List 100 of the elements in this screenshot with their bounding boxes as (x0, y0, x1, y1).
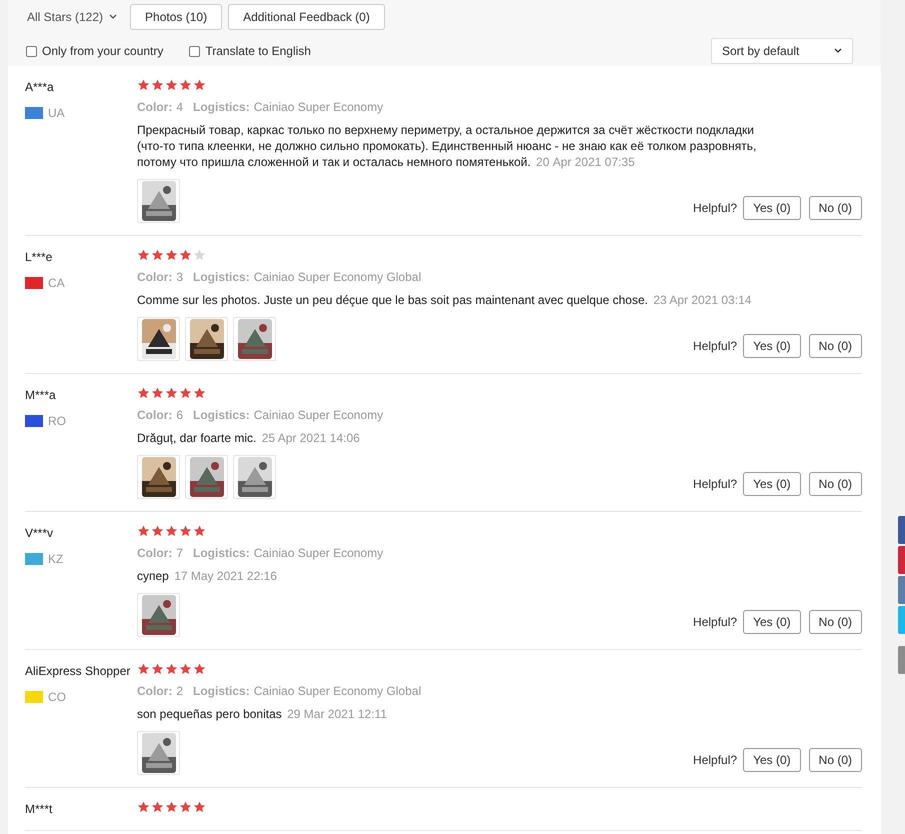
yes-button[interactable]: Yes (0) (743, 196, 801, 220)
star-icon (137, 249, 150, 261)
photo-thumbnail[interactable] (137, 179, 180, 223)
filter-button[interactable]: Additional Feedback (0) (228, 4, 385, 30)
attribute-value: 4 (176, 99, 184, 116)
sort-dropdown[interactable]: Sort by default (711, 38, 853, 64)
review-text: Прекрасный товар, каркас только по верхнему периметру, а остальное держится за счёт жёсткости подкладки (что-то типа клеенки, не должно сильно промокать). Единственный нюанс - не знаю как её толком разровнять, потому что пришла сложенной и так и осталась немного помятенькой. 20 Apr 2021 07:35 (137, 122, 758, 170)
attribute-label: Logistics: (193, 269, 250, 286)
reviewer-name: M***a (25, 387, 57, 404)
no-button[interactable]: No (0) (808, 610, 862, 634)
country-code: RO (48, 413, 66, 430)
yes-button[interactable]: Yes (0) (743, 334, 801, 358)
photo-thumbnail[interactable] (137, 317, 180, 361)
yes-button[interactable]: Yes (0) (743, 472, 801, 496)
helpful-label: Helpful? (693, 338, 738, 355)
review-text: son pequeñas pero bonitas 29 Mar 2021 12:11 (137, 706, 388, 722)
no-button[interactable]: No (0) (808, 472, 862, 496)
star-icon (193, 249, 206, 261)
checkbox[interactable] (189, 46, 200, 56)
photo-thumbnail[interactable] (137, 731, 180, 775)
star-icon (165, 249, 178, 261)
star-icon (151, 387, 164, 399)
star-icon (137, 801, 150, 813)
attribute-label: Color: (137, 269, 172, 286)
country-code: CA (48, 275, 65, 292)
star-icon (179, 663, 192, 675)
star-icon (151, 525, 164, 537)
star-icon (179, 525, 192, 537)
photo-thumbnail[interactable] (137, 455, 180, 499)
reviewer-name: V***v (25, 525, 54, 542)
star-icon (137, 663, 150, 675)
star-icon (137, 79, 150, 91)
review-text: Drăguț, dar foarte mic. 25 Apr 2021 14:06 (137, 430, 361, 446)
attribute-value: 7 (176, 545, 184, 562)
star-icon (137, 387, 150, 399)
photo-thumbnail[interactable] (185, 455, 228, 499)
star-icon (165, 79, 178, 91)
attribute-label: Logistics: (193, 407, 250, 424)
stars-dropdown[interactable]: All Stars (122) (26, 5, 118, 29)
attribute-label: Logistics: (193, 545, 250, 562)
attribute-value: Cainiao Super Economy Global (254, 683, 422, 700)
yes-button[interactable]: Yes (0) (743, 610, 801, 634)
star-icon (165, 525, 178, 537)
star-icon (193, 801, 206, 813)
reviewer-name: M***t (25, 801, 54, 818)
country-code: CO (48, 689, 66, 706)
attribute-value: Cainiao Super Economy (254, 407, 384, 424)
attribute-label: Color: (137, 99, 172, 116)
reviewer-name: L***e (25, 249, 54, 266)
checkbox[interactable] (26, 46, 37, 56)
attribute-value: Cainiao Super Economy Global (254, 269, 422, 286)
helpful-label: Helpful? (693, 200, 738, 217)
attribute-label: Logistics: (193, 99, 250, 116)
star-icon (193, 387, 206, 399)
star-icon (151, 79, 164, 91)
star-icon (179, 249, 192, 261)
attribute-label: Color: (137, 545, 172, 562)
attribute-value: 6 (176, 407, 184, 424)
star-icon (151, 801, 164, 813)
helpful-label: Helpful? (693, 476, 738, 493)
star-icon (151, 249, 164, 261)
helpful-label: Helpful? (693, 752, 738, 769)
photo-thumbnail[interactable] (233, 317, 276, 361)
checkbox-label: Translate to English (205, 43, 311, 60)
star-icon (179, 387, 192, 399)
star-icon (137, 525, 150, 537)
no-button[interactable]: No (0) (808, 196, 862, 220)
reviewer-name: A***a (25, 79, 55, 96)
caret-icon (834, 48, 842, 54)
attribute-value: 2 (176, 683, 184, 700)
review-text: Comme sur les photos. Juste un peu déçue que le bas soit pas maintenant avec quelque chose. 23 Apr 2021 03:14 (137, 292, 752, 308)
photo-thumbnail[interactable] (185, 317, 228, 361)
country-code: KZ (48, 551, 64, 568)
star-icon (179, 801, 192, 813)
star-icon (193, 79, 206, 91)
yes-button[interactable]: Yes (0) (743, 748, 801, 772)
country-code: UA (48, 105, 65, 122)
caret-icon (109, 14, 118, 20)
attribute-label: Logistics: (193, 683, 250, 700)
star-icon (193, 525, 206, 537)
star-icon (151, 663, 164, 675)
attribute-value: Cainiao Super Economy (254, 99, 384, 116)
photo-thumbnail[interactable] (137, 593, 180, 637)
checkbox-label: Only from your country (42, 43, 164, 60)
star-icon (165, 663, 178, 675)
reviewer-name: AliExpress Shopper (25, 663, 132, 680)
star-icon (179, 79, 192, 91)
no-button[interactable]: No (0) (808, 748, 862, 772)
attribute-value: 3 (176, 269, 184, 286)
attribute-value: Cainiao Super Economy (254, 545, 384, 562)
no-button[interactable]: No (0) (808, 334, 862, 358)
star-icon (193, 663, 206, 675)
attribute-label: Color: (137, 407, 172, 424)
photo-thumbnail[interactable] (233, 455, 276, 499)
review-text: супер 17 May 2021 22:16 (137, 568, 278, 584)
star-icon (165, 387, 178, 399)
filter-button[interactable]: Photos (10) (130, 4, 222, 30)
star-icon (165, 801, 178, 813)
attribute-label: Color: (137, 683, 172, 700)
helpful-label: Helpful? (693, 614, 738, 631)
